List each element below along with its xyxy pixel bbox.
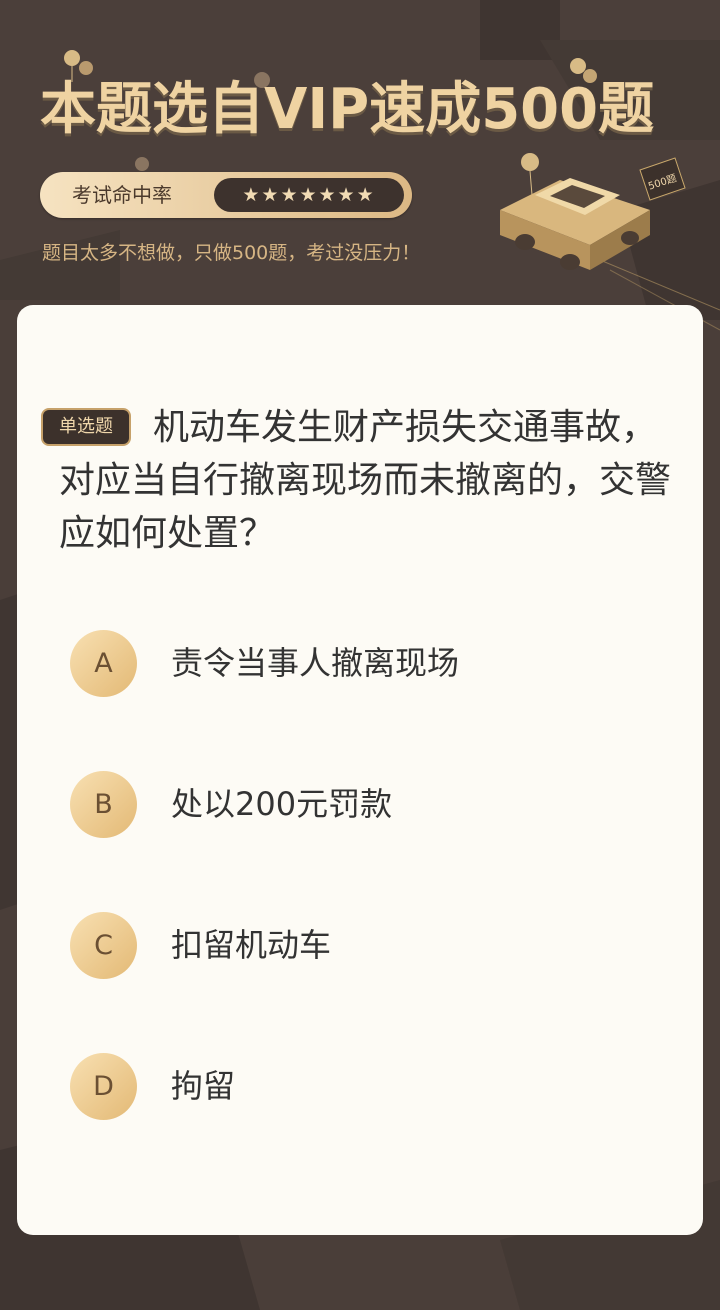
question-type-badge: 单选题 — [41, 408, 131, 446]
banner-tagline: 题目太多不想做，只做500题，考过没压力！ — [42, 242, 421, 264]
option-letter-d: D — [70, 1053, 137, 1120]
option-c[interactable]: C 扣留机动车 — [70, 912, 670, 982]
hit-rate-pill: 考试命中率 ★★★★★★★ — [40, 172, 412, 218]
option-text-b: 处以200元罚款 — [171, 785, 393, 823]
question-card: 机动车发生财产损失交通事故，对应当自行撤离现场而未撤离的，交警应如何处置？ 单选… — [17, 305, 703, 1235]
star-rating: ★★★★★★★ — [214, 178, 404, 212]
banner-title: 本题选自VIP速成500题 — [40, 77, 655, 142]
option-text-d: 拘留 — [171, 1067, 236, 1105]
option-text-c: 扣留机动车 — [171, 926, 332, 964]
option-letter-a: A — [70, 630, 137, 697]
option-d[interactable]: D 拘留 — [70, 1053, 670, 1123]
option-a[interactable]: A 责令当事人撤离现场 — [70, 630, 670, 700]
hit-rate-label: 考试命中率 — [72, 183, 172, 207]
option-letter-b: B — [70, 771, 137, 838]
question-text: 机动车发生财产损失交通事故，对应当自行撤离现场而未撤离的，交警应如何处置？ — [59, 407, 672, 554]
option-letter-c: C — [70, 912, 137, 979]
car-illustration-icon: 500题 — [500, 157, 686, 270]
option-b[interactable]: B 处以200元罚款 — [70, 771, 670, 841]
option-text-a: 责令当事人撤离现场 — [171, 644, 460, 682]
